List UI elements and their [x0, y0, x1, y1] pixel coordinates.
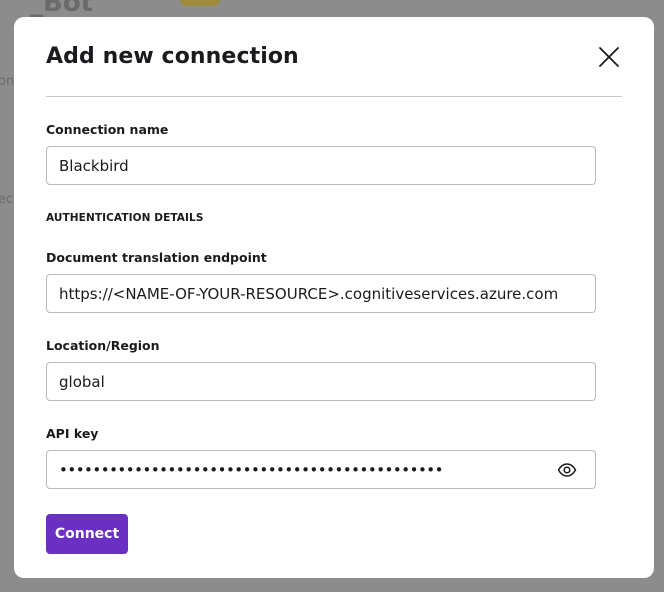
- api-key-input[interactable]: ••••••••••••••••••••••••••••••••••••••••…: [46, 450, 596, 489]
- close-icon: [599, 47, 619, 67]
- close-button[interactable]: [597, 45, 621, 69]
- connection-name-label: Connection name: [46, 122, 169, 137]
- add-connection-dialog: Add new connection Connection name Black…: [14, 17, 654, 578]
- background-text-fragment: on: [0, 74, 15, 89]
- show-password-button[interactable]: [557, 461, 577, 479]
- background-badge: [180, 0, 220, 6]
- region-value: global: [59, 372, 105, 391]
- region-label: Location/Region: [46, 338, 160, 353]
- title-divider: [46, 96, 622, 97]
- endpoint-label: Document translation endpoint: [46, 250, 267, 265]
- eye-icon: [557, 463, 577, 477]
- connection-name-input[interactable]: Blackbird: [46, 146, 596, 185]
- region-input[interactable]: global: [46, 362, 596, 401]
- background-text-fragment: ec: [0, 192, 14, 207]
- connect-button[interactable]: Connect: [46, 514, 128, 554]
- authentication-section-heading: AUTHENTICATION DETAILS: [46, 212, 204, 224]
- connection-name-value: Blackbird: [59, 156, 129, 175]
- api-key-label: API key: [46, 426, 99, 441]
- background-page-title: _Bot: [30, 0, 94, 18]
- endpoint-input[interactable]: https://<NAME-OF-YOUR-RESOURCE>.cognitiv…: [46, 274, 596, 313]
- dialog-title: Add new connection: [46, 44, 299, 69]
- endpoint-value: https://<NAME-OF-YOUR-RESOURCE>.cognitiv…: [59, 284, 559, 303]
- api-key-masked-value: ••••••••••••••••••••••••••••••••••••••••…: [59, 460, 444, 479]
